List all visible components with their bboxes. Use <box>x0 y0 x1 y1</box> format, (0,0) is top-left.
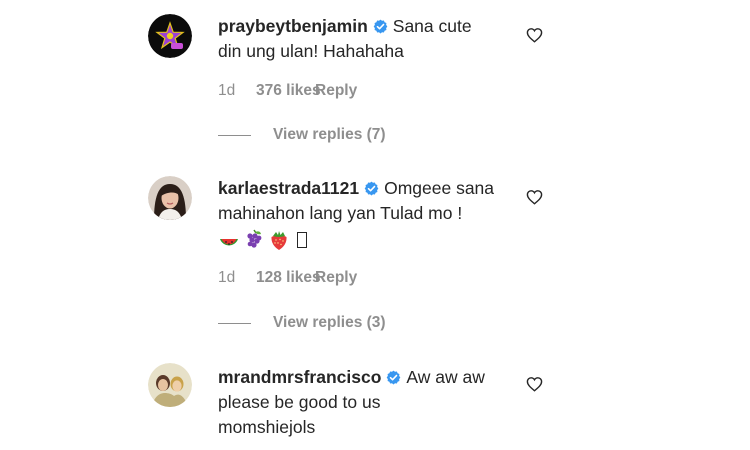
comment-text-line: Sana cute <box>392 16 472 36</box>
comment-username[interactable]: praybeytbenjamin <box>218 16 368 36</box>
verified-badge-icon <box>386 370 401 385</box>
comment-username[interactable]: karlaestrada1121 <box>218 178 359 198</box>
reply-button[interactable]: Reply <box>315 82 357 100</box>
divider-line <box>218 134 251 136</box>
comment-body: mrandmrsfrancisco Aw aw aw please be good… <box>218 365 518 440</box>
comment-body: praybeytbenjamin Sana cute din ung ulan! … <box>218 14 518 64</box>
grapes-emoji-icon <box>243 229 265 251</box>
like-heart-icon[interactable] <box>526 27 543 43</box>
comment-text-line: mahinahon lang yan Tulad mo ! <box>218 203 463 223</box>
verified-badge-icon <box>364 181 379 196</box>
woman-portrait-avatar-icon <box>148 176 192 220</box>
watermelon-emoji-icon <box>218 229 240 251</box>
comment-text-line: momshiejols <box>218 417 316 437</box>
view-replies-label: View replies (3) <box>273 314 386 331</box>
couple-portrait-avatar-icon <box>148 363 192 407</box>
verified-badge-icon <box>373 19 388 34</box>
comment-username[interactable]: mrandmrsfrancisco <box>218 367 381 387</box>
like-heart-icon[interactable] <box>526 376 543 392</box>
likes-count[interactable]: 128 likes <box>256 269 321 287</box>
comment-text-line: Aw aw aw <box>406 367 485 387</box>
avatar[interactable] <box>148 176 192 220</box>
view-replies-label: View replies (7) <box>273 126 386 143</box>
avatar[interactable] <box>148 363 192 407</box>
comment-text-line: please be good to us <box>218 392 381 412</box>
comment-timestamp: 1d <box>218 269 236 286</box>
view-replies-button[interactable]: View replies (3) <box>218 314 386 332</box>
divider-line <box>218 322 251 324</box>
comment-meta: 1d 376 likes Reply <box>218 82 357 100</box>
avatar[interactable] <box>148 14 192 58</box>
comment-text-line: Omgeee sana <box>384 178 495 198</box>
star-logo-avatar-icon <box>148 14 192 58</box>
likes-count[interactable]: 376 likes <box>256 82 321 100</box>
view-replies-button[interactable]: View replies (7) <box>218 126 386 144</box>
comment-meta: 1d 128 likes Reply <box>218 269 357 287</box>
like-heart-icon[interactable] <box>526 189 543 205</box>
missing-glyph-box <box>297 232 307 248</box>
comment-timestamp: 1d <box>218 82 236 99</box>
strawberry-emoji-icon <box>268 229 290 251</box>
emoji-row <box>218 228 518 252</box>
comment-text-line: din ung ulan! Hahahaha <box>218 41 404 61</box>
comment-body: karlaestrada1121 Omgeee sana mahinahon la… <box>218 176 518 252</box>
reply-button[interactable]: Reply <box>315 269 357 287</box>
